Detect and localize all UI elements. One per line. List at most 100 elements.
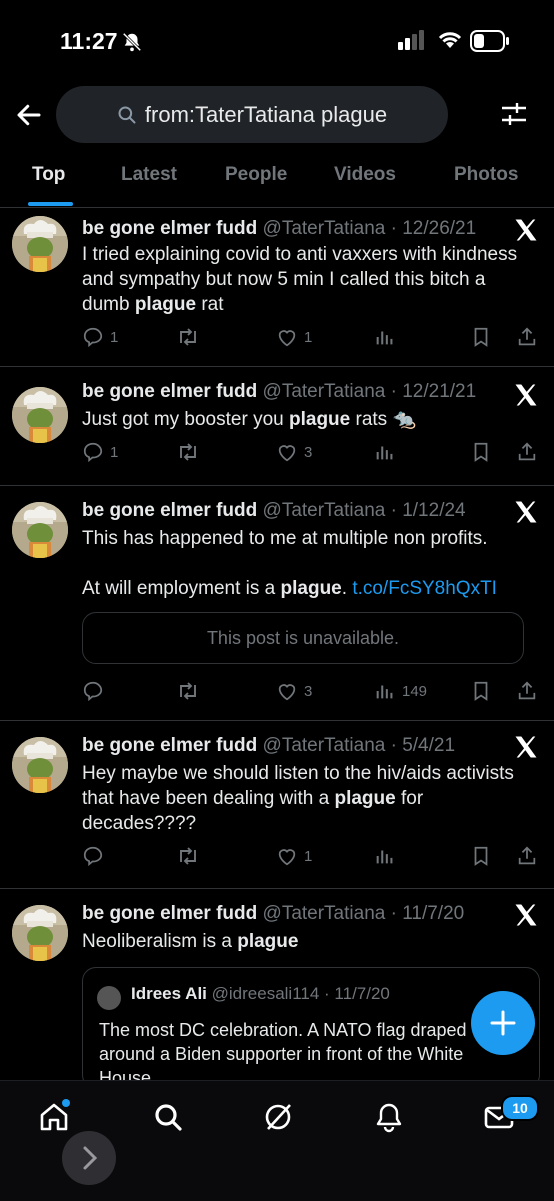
like-button[interactable]: 3 (276, 680, 312, 702)
status-time: 11:27 (60, 28, 118, 54)
author-name[interactable]: be gone elmer fudd (82, 903, 257, 924)
repost-button[interactable] (176, 326, 206, 348)
views-button[interactable]: 149 (374, 680, 427, 702)
avatar[interactable] (12, 905, 68, 961)
heart-icon (278, 684, 296, 701)
search-input[interactable]: from:TaterTatiana plague (56, 86, 448, 143)
share-icon (518, 327, 536, 346)
views-button[interactable] (374, 845, 402, 867)
bell-icon[interactable] (373, 1101, 405, 1133)
views-button[interactable] (374, 441, 402, 463)
share-icon (518, 846, 536, 865)
share-button[interactable] (516, 845, 538, 867)
avatar[interactable] (12, 216, 68, 272)
heart-icon (278, 849, 296, 866)
author-name[interactable]: be gone elmer fudd (82, 735, 257, 756)
bottom-nav: 10 (0, 1080, 554, 1201)
heart-icon (278, 330, 296, 347)
like-button[interactable]: 1 (276, 326, 312, 348)
tweet[interactable]: be gone elmer fudd @TaterTatiana · 12/21… (0, 367, 554, 486)
avatar[interactable] (12, 387, 68, 443)
avatar[interactable] (12, 502, 68, 558)
tweet-text: I tried explaining covid to anti vaxxers… (82, 244, 518, 315)
tab-top[interactable]: Top (32, 164, 65, 186)
message-badge: 10 (501, 1095, 539, 1121)
tweet-link[interactable]: t.co/FcSY8hQxTI (352, 578, 497, 599)
repost-button[interactable] (176, 441, 206, 463)
like-button[interactable]: 1 (276, 845, 312, 867)
views-button[interactable] (374, 326, 402, 348)
share-button[interactable] (516, 326, 538, 348)
tweet-text: Neoliberalism is a plague (82, 931, 299, 952)
tweet[interactable]: be gone elmer fudd @TaterTatiana · 5/4/2… (0, 721, 554, 889)
author-handle[interactable]: @TaterTatiana (263, 381, 386, 402)
quote-author-handle[interactable]: @idreesali114 (212, 984, 320, 1003)
notification-dot (62, 1099, 70, 1107)
tab-indicator (28, 202, 73, 206)
x-logo-icon (515, 384, 537, 406)
quote-date: · 11/7/20 (324, 984, 390, 1003)
tweet-date: · 1/12/24 (390, 500, 466, 521)
share-button[interactable] (516, 680, 538, 702)
tweet-date: · 12/26/21 (390, 218, 477, 239)
tweet-text: This has happened to me at multiple non … (82, 528, 497, 599)
share-button[interactable] (516, 441, 538, 463)
floating-assistive-button[interactable] (62, 1131, 116, 1185)
author-handle[interactable]: @TaterTatiana (263, 903, 386, 924)
tab-latest[interactable]: Latest (121, 164, 177, 186)
avatar[interactable] (97, 986, 121, 1010)
tweet-actions: 1 3 (82, 441, 540, 465)
bookmark-button[interactable] (470, 326, 492, 348)
tab-videos[interactable]: Videos (334, 164, 396, 186)
tweet[interactable]: be gone elmer fudd @TaterTatiana · 1/12/… (0, 486, 554, 721)
share-icon (518, 681, 536, 700)
repost-button[interactable] (176, 845, 206, 867)
reply-button[interactable]: 1 (82, 326, 118, 348)
tweet-actions: 3 149 (82, 680, 540, 704)
unavailable-quote: This post is unavailable. (82, 612, 524, 664)
arrow-left-icon[interactable] (14, 100, 44, 130)
reply-button[interactable] (82, 845, 110, 867)
wifi-icon (438, 32, 462, 48)
x-logo-icon (515, 904, 537, 926)
x-logo-icon (515, 219, 537, 241)
tweet-date: · 11/7/20 (390, 903, 465, 924)
author-name[interactable]: be gone elmer fudd (82, 381, 257, 402)
reply-icon (83, 442, 103, 463)
grok-icon[interactable] (262, 1101, 294, 1133)
author-handle[interactable]: @TaterTatiana (263, 218, 386, 239)
author-name[interactable]: be gone elmer fudd (82, 218, 257, 239)
reply-icon (83, 327, 103, 348)
quote-author-name[interactable]: Idrees Ali (131, 984, 207, 1003)
reply-button[interactable] (82, 680, 110, 702)
like-button[interactable]: 3 (276, 441, 312, 463)
tab-people[interactable]: People (225, 164, 287, 186)
tab-photos[interactable]: Photos (454, 164, 518, 186)
tweet[interactable]: be gone elmer fudd @TaterTatiana · 11/7/… (0, 889, 554, 1080)
search-icon[interactable] (152, 1101, 184, 1133)
bookmark-icon (474, 327, 488, 347)
tweet-date: · 12/21/21 (390, 381, 477, 402)
share-icon (518, 442, 536, 461)
reply-icon (83, 846, 103, 867)
bookmark-button[interactable] (470, 441, 492, 463)
plus-icon (490, 1010, 516, 1036)
avatar[interactable] (12, 737, 68, 793)
chevron-right-icon (83, 1146, 98, 1170)
tweet-actions: 1 1 (82, 326, 540, 350)
bookmark-button[interactable] (470, 845, 492, 867)
sliders-icon[interactable] (500, 100, 528, 128)
repost-icon (180, 682, 196, 700)
views-icon (376, 850, 393, 864)
reply-icon (83, 681, 103, 702)
author-handle[interactable]: @TaterTatiana (263, 500, 386, 521)
tweet[interactable]: be gone elmer fudd @TaterTatiana · 12/26… (0, 208, 554, 367)
bookmark-button[interactable] (470, 680, 492, 702)
search-icon (118, 106, 136, 123)
author-name[interactable]: be gone elmer fudd (82, 500, 257, 521)
nav-messages[interactable]: 10 (483, 1095, 539, 1138)
reply-button[interactable]: 1 (82, 441, 118, 463)
author-handle[interactable]: @TaterTatiana (263, 735, 386, 756)
repost-button[interactable] (176, 680, 206, 702)
compose-button[interactable] (471, 991, 535, 1055)
